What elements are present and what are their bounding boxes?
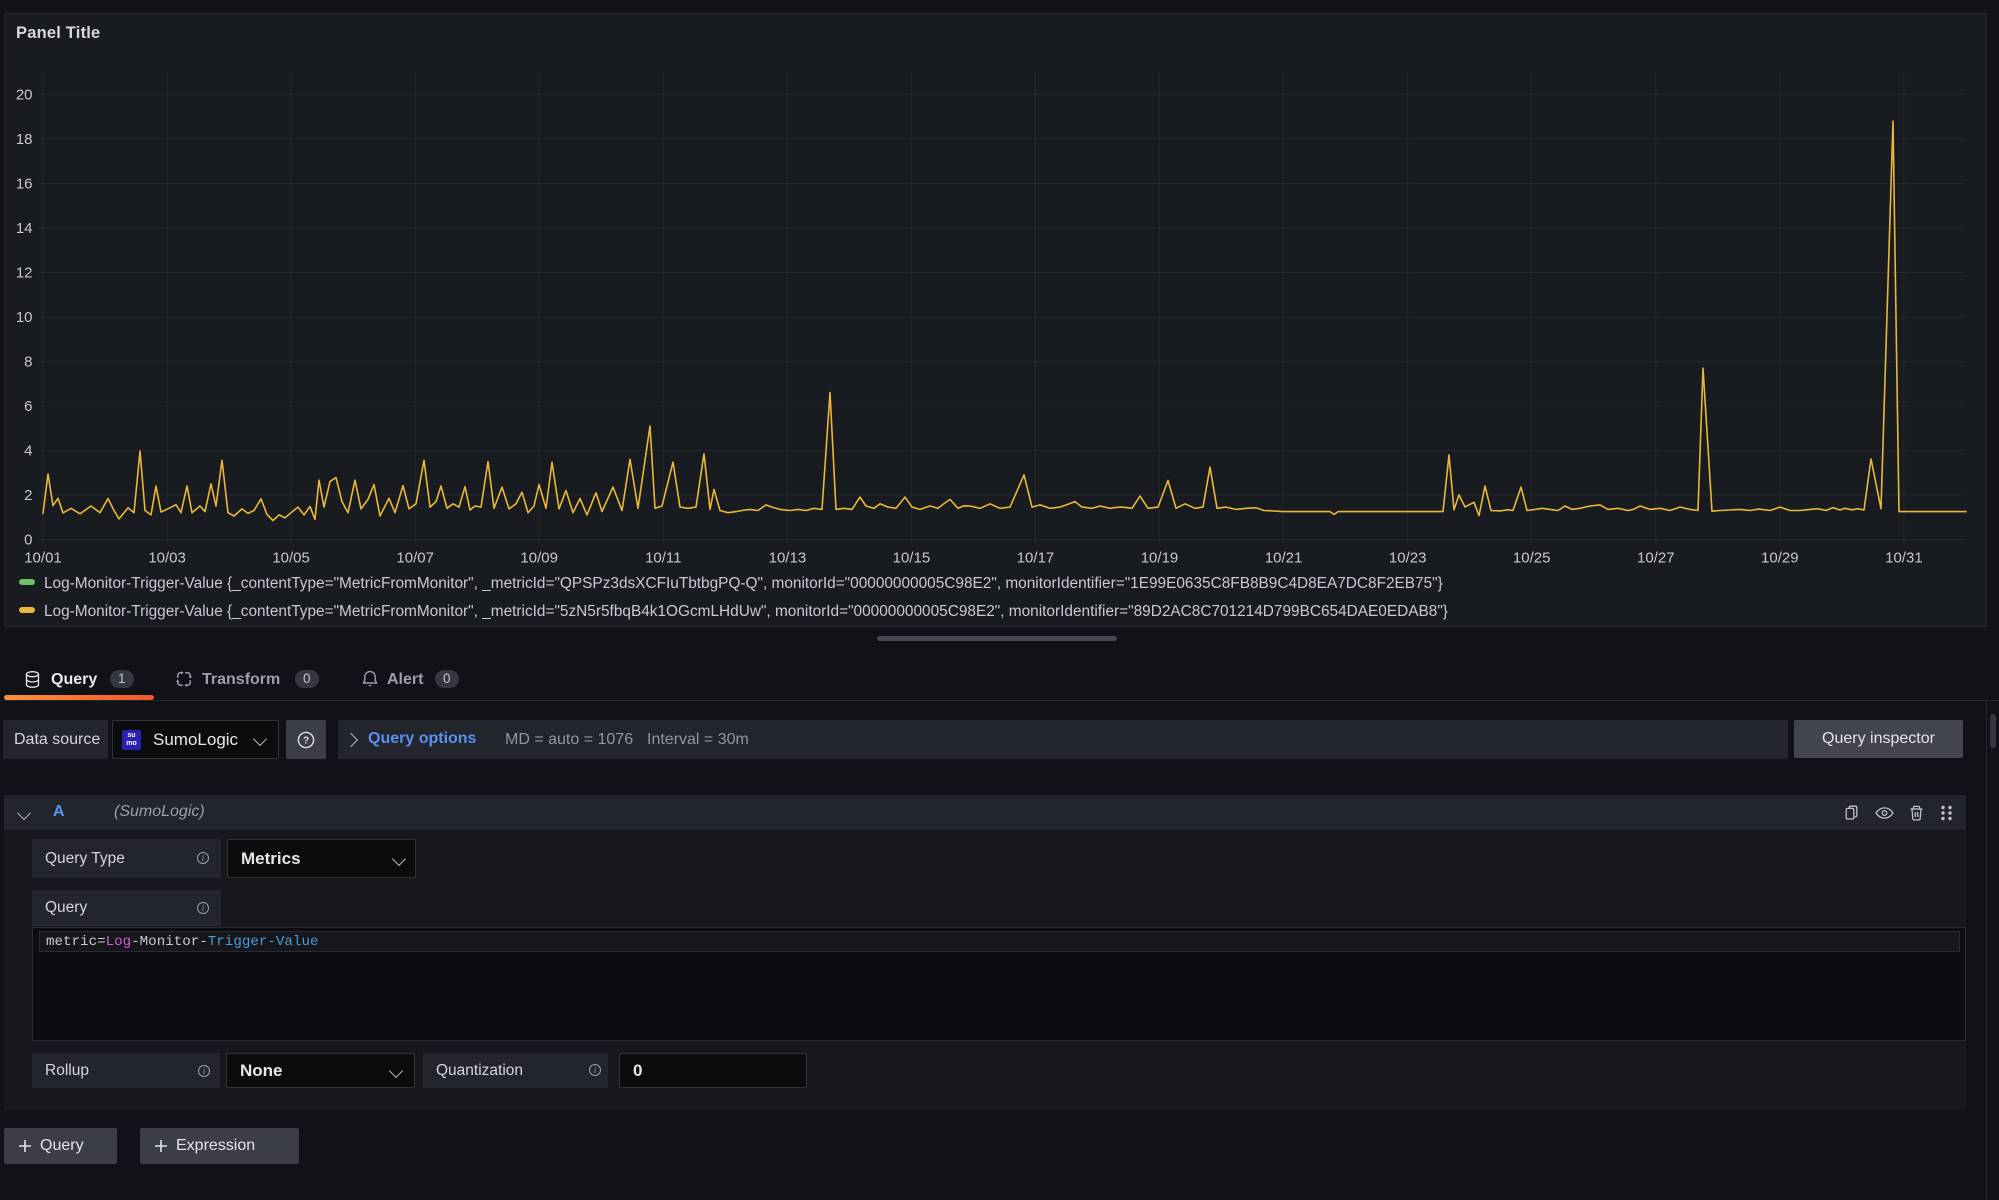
svg-text:10/09: 10/09 — [520, 550, 558, 567]
svg-text:10/19: 10/19 — [1141, 550, 1179, 567]
svg-text:18: 18 — [16, 131, 33, 148]
svg-text:10/27: 10/27 — [1637, 550, 1675, 567]
svg-text:4: 4 — [24, 442, 32, 459]
svg-text:10/15: 10/15 — [893, 550, 931, 567]
svg-text:10/01: 10/01 — [24, 550, 62, 567]
svg-text:10/05: 10/05 — [272, 550, 310, 567]
svg-text:14: 14 — [16, 220, 33, 237]
svg-text:10/31: 10/31 — [1885, 550, 1923, 567]
svg-text:0: 0 — [24, 531, 32, 548]
svg-text:10/29: 10/29 — [1761, 550, 1799, 567]
svg-text:?: ? — [303, 736, 309, 747]
svg-text:10/03: 10/03 — [148, 550, 186, 567]
svg-text:10/11: 10/11 — [645, 550, 681, 567]
svg-text:8: 8 — [24, 354, 32, 371]
svg-text:10/23: 10/23 — [1389, 550, 1427, 567]
svg-text:10/21: 10/21 — [1265, 550, 1303, 567]
svg-text:12: 12 — [16, 265, 33, 282]
svg-text:10/07: 10/07 — [396, 550, 434, 567]
svg-text:20: 20 — [16, 87, 33, 104]
svg-text:10/13: 10/13 — [769, 550, 807, 567]
svg-text:16: 16 — [16, 176, 33, 193]
svg-text:10: 10 — [16, 309, 33, 326]
svg-text:10/25: 10/25 — [1513, 550, 1551, 567]
svg-text:10/17: 10/17 — [1017, 550, 1055, 567]
svg-text:6: 6 — [24, 398, 32, 415]
svg-text:2: 2 — [24, 487, 32, 504]
